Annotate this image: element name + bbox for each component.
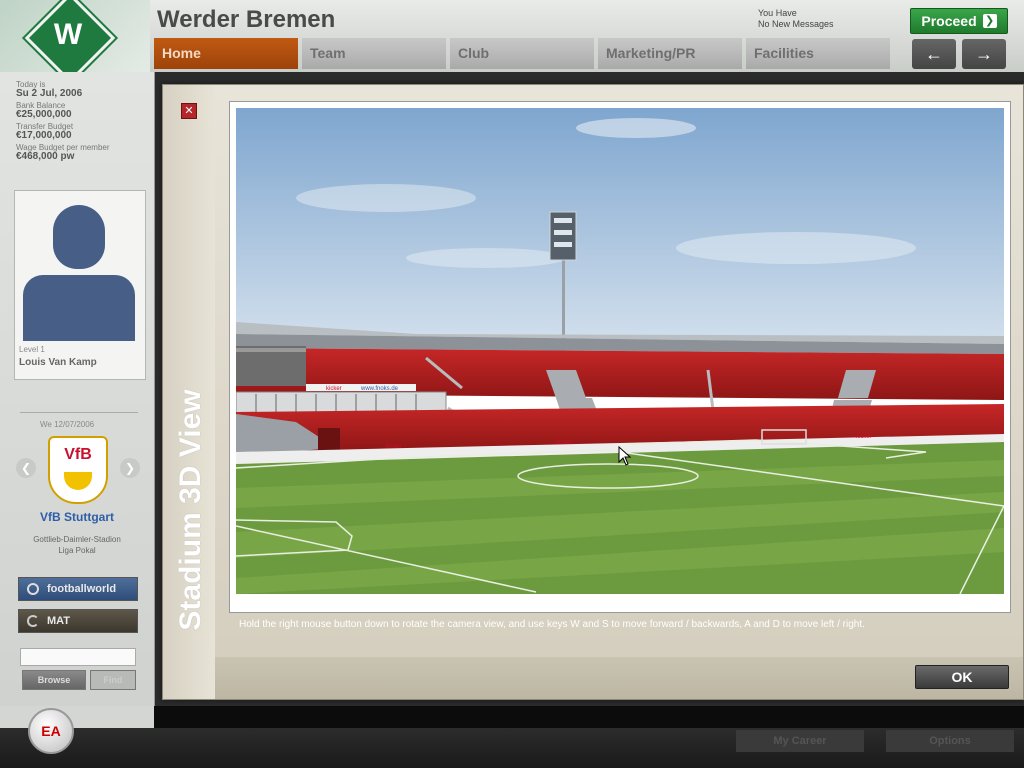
ad-board-text: kicker xyxy=(326,386,342,392)
ad-board-text: kicker xyxy=(386,444,402,450)
cloud xyxy=(576,118,696,138)
stadium-3d-viewport[interactable]: kicker www.fnoks.de kicker kicker kicker xyxy=(236,108,1004,594)
bottom-status-strip xyxy=(154,706,1024,728)
sidebar-divider xyxy=(20,412,138,413)
dialog-title: Stadium 3D View xyxy=(174,389,207,631)
ad-board-text: kicker xyxy=(856,434,872,440)
bottom-left-panel xyxy=(0,706,154,728)
mat-label: MAT xyxy=(47,615,71,627)
ok-button[interactable]: OK xyxy=(915,665,1009,689)
messages-line-2: No New Messages xyxy=(758,19,834,29)
transfer-budget-value: €17,000,000 xyxy=(16,130,72,141)
find-button[interactable]: Find xyxy=(90,670,136,690)
tab-club[interactable]: Club xyxy=(450,38,594,69)
dialog-footer xyxy=(215,657,1023,699)
messages-line-1: You Have xyxy=(758,8,797,18)
stadium-viewport-frame: kicker www.fnoks.de kicker kicker kicker xyxy=(229,101,1011,613)
wage-budget-value: €468,000 pw xyxy=(16,151,75,162)
left-sidebar: Today is Su 2 Jul, 2006 Bank Balance €25… xyxy=(0,72,155,706)
footballworld-button[interactable]: footballworld xyxy=(18,577,138,601)
tunnel xyxy=(318,428,340,450)
tab-facilities[interactable]: Facilities xyxy=(746,38,890,69)
search-input[interactable] xyxy=(20,648,136,666)
next-match-date: We 12/07/2006 xyxy=(40,420,95,429)
club-name: Werder Bremen xyxy=(157,6,336,33)
ad-board-text: www.fnoks.de xyxy=(360,386,399,392)
browse-button[interactable]: Browse xyxy=(22,670,86,690)
tab-marketing-pr[interactable]: Marketing/PR xyxy=(598,38,742,69)
vfb-crest-icon: VfB xyxy=(64,446,92,463)
bank-balance-value: €25,000,000 xyxy=(16,109,72,120)
gear-icon xyxy=(27,583,39,595)
manager-avatar xyxy=(19,195,139,341)
messages-indicator[interactable]: You Have No New Messages xyxy=(758,8,834,30)
manager-card[interactable]: Level 1 Louis Van Kamp xyxy=(14,190,146,380)
stadium-3d-view-dialog: ✕ Stadium 3D View kicker www.fnoks.de ki… xyxy=(162,84,1024,700)
back-button[interactable]: ← xyxy=(912,39,956,69)
opponent-crest: VfB xyxy=(48,436,108,504)
crest-shield-icon xyxy=(64,472,92,490)
avatar-head-icon xyxy=(53,205,105,269)
opponent-info: Gottlieb-Daimler-Stadion Liga Pokal xyxy=(0,534,154,556)
chevron-left-icon[interactable]: ❮ xyxy=(16,458,36,478)
spinner-icon xyxy=(27,615,39,627)
date-value: Su 2 Jul, 2006 xyxy=(16,88,83,99)
avatar-body-icon xyxy=(23,275,135,341)
close-button[interactable]: ✕ xyxy=(181,103,197,119)
mat-button[interactable]: MAT xyxy=(18,609,138,633)
forward-button[interactable]: → xyxy=(962,39,1006,69)
ea-logo: EA xyxy=(28,708,74,754)
stadium-scene: kicker www.fnoks.de kicker kicker kicker xyxy=(236,108,1004,594)
ad-board-text: kicker xyxy=(556,440,572,446)
controls-instructions: Hold the right mouse button down to rota… xyxy=(239,619,865,630)
footballworld-label: footballworld xyxy=(47,583,117,595)
club-crest: W xyxy=(0,0,150,72)
club-finance-info: Today is Su 2 Jul, 2006 Bank Balance €25… xyxy=(16,80,110,164)
top-header: W Werder Bremen You Have No New Messages… xyxy=(0,0,1024,72)
tab-team[interactable]: Team xyxy=(302,38,446,69)
main-nav-tabs: Home Team Club Marketing/PR Facilities xyxy=(154,38,894,69)
cloud xyxy=(406,248,566,268)
manager-name: Louis Van Kamp xyxy=(19,357,97,368)
cloud xyxy=(676,232,916,264)
opponent-venue: Gottlieb-Daimler-Stadion xyxy=(33,535,121,544)
sky xyxy=(236,108,1004,358)
manager-level: Level 1 xyxy=(19,345,45,354)
proceed-button[interactable]: Proceed ❯ xyxy=(910,8,1008,34)
opponent-competition: Liga Pokal xyxy=(58,546,96,555)
opponent-name[interactable]: VfB Stuttgart xyxy=(0,510,154,524)
arrow-left-icon: ← xyxy=(925,44,943,64)
cloud xyxy=(296,184,476,212)
bottom-bar xyxy=(0,728,1024,768)
arrow-right-icon: → xyxy=(975,44,993,64)
mouse-cursor-icon xyxy=(618,446,632,466)
close-icon: ✕ xyxy=(184,105,194,117)
chevron-right-icon: ❯ xyxy=(982,14,997,28)
proceed-label: Proceed xyxy=(921,13,977,29)
options-button[interactable]: Options xyxy=(886,730,1014,752)
my-career-button[interactable]: My Career xyxy=(736,730,864,752)
crest-w-icon: W xyxy=(53,18,83,51)
tab-home[interactable]: Home xyxy=(154,38,298,69)
chevron-right-icon[interactable]: ❯ xyxy=(120,458,140,478)
